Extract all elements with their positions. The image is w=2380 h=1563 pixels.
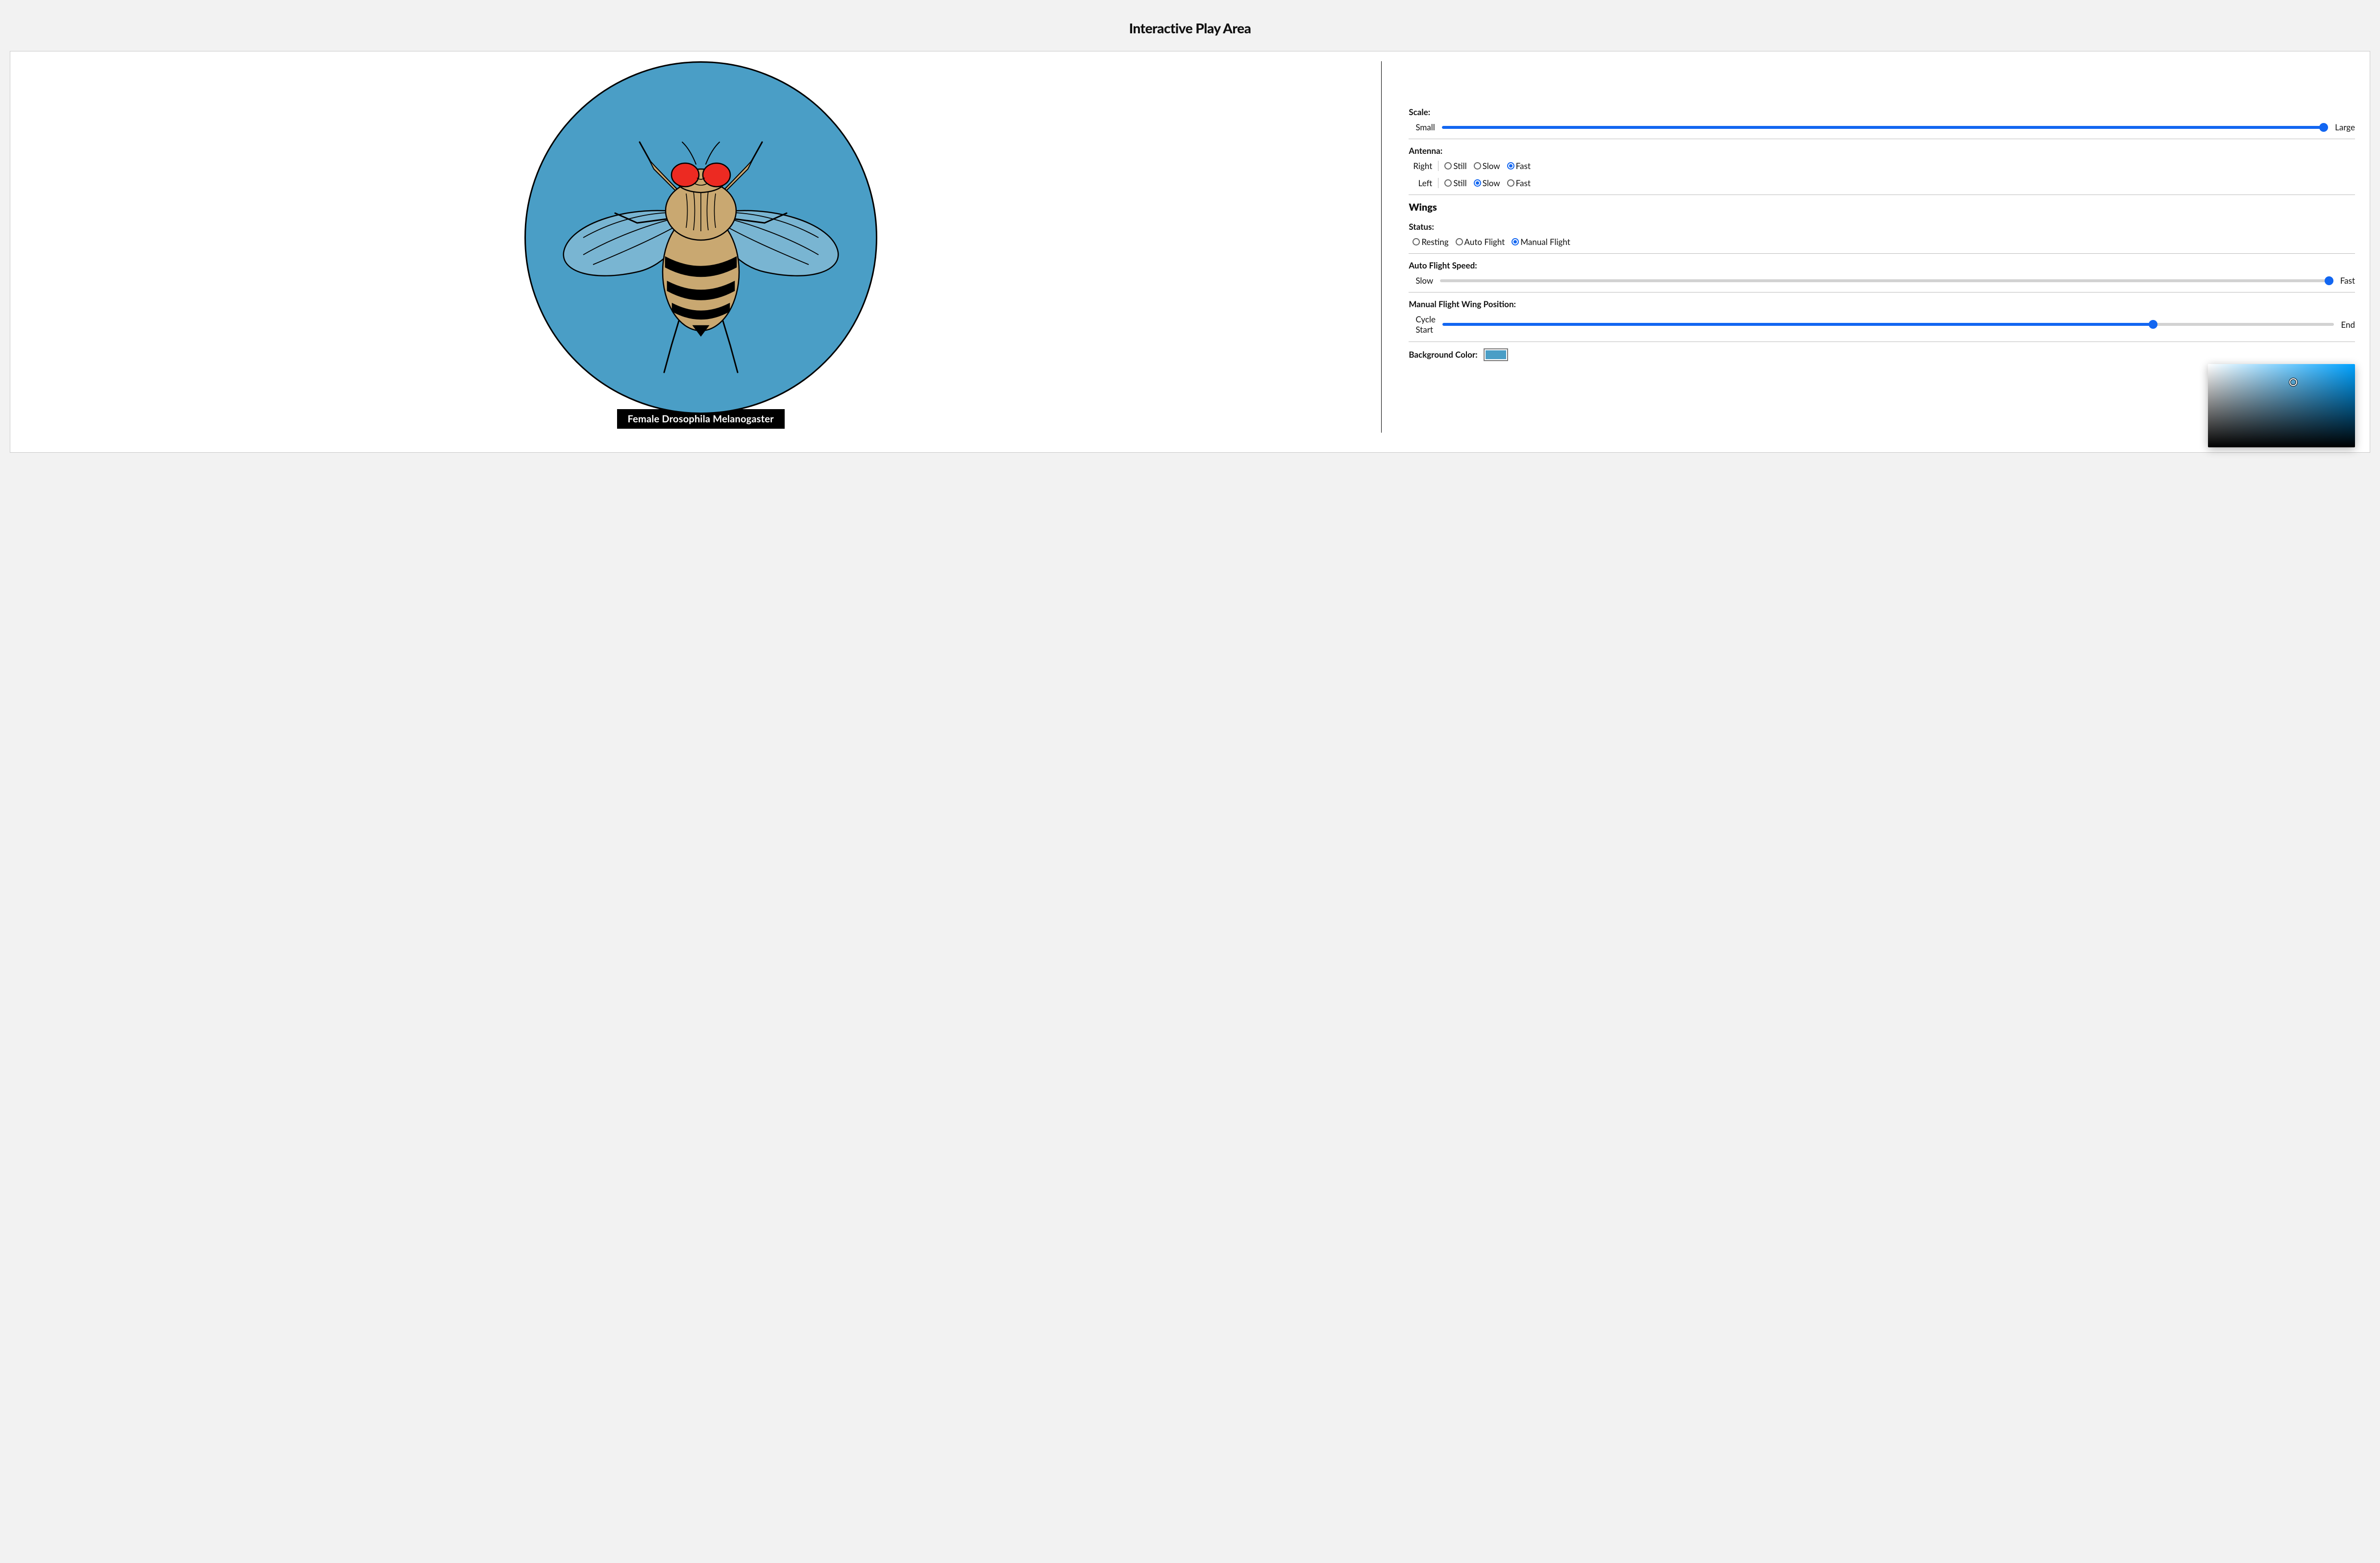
controls-column: Scale: Small Large Antenna: Right Still … xyxy=(1381,61,2355,433)
auto-speed-slider xyxy=(1440,279,2333,282)
wings-status-auto[interactable]: Auto Flight xyxy=(1456,237,1505,247)
auto-speed-label: Auto Flight Speed: xyxy=(1409,260,2355,270)
manual-pos-max-label: End xyxy=(2341,319,2355,330)
preview-circle-wrap xyxy=(524,61,877,414)
wings-status-manual[interactable]: Manual Flight xyxy=(1512,237,1570,247)
wings-status-section: Status: Resting Auto Flight Manual Fligh… xyxy=(1409,215,2355,254)
antenna-right-fast[interactable]: Fast xyxy=(1507,161,1531,171)
background-color-row: Background Color: xyxy=(1409,342,2355,361)
antenna-left-label: Left xyxy=(1409,178,1438,188)
auto-speed-max-label: Fast xyxy=(2340,275,2355,286)
antenna-right-slow[interactable]: Slow xyxy=(1474,161,1500,171)
wings-status-options: Resting Auto Flight Manual Flight xyxy=(1409,237,2355,247)
scale-slider[interactable] xyxy=(1442,126,2328,129)
background-color-swatch[interactable] xyxy=(1484,348,1508,361)
antenna-label: Antenna: xyxy=(1409,146,2355,156)
auto-speed-section: Auto Flight Speed: Slow Fast xyxy=(1409,254,2355,293)
manual-pos-section: Manual Flight Wing Position: CycleStart … xyxy=(1409,293,2355,342)
color-picker-popover[interactable] xyxy=(2208,364,2355,447)
antenna-right-label: Right xyxy=(1409,161,1438,171)
interactive-panel: Female Drosophila Melanogaster Scale: Sm… xyxy=(10,51,2370,453)
wings-heading: Wings xyxy=(1409,201,2355,213)
antenna-left-slow[interactable]: Slow xyxy=(1474,178,1500,188)
color-picker-cursor[interactable] xyxy=(2289,378,2297,386)
antenna-right-still[interactable]: Still xyxy=(1444,161,1466,171)
antenna-section: Antenna: Right Still Slow Fast Left Stil… xyxy=(1409,139,2355,195)
scale-section: Scale: Small Large xyxy=(1409,100,2355,139)
manual-pos-label: Manual Flight Wing Position: xyxy=(1409,299,2355,309)
antenna-left-fast[interactable]: Fast xyxy=(1507,178,1531,188)
preview-column: Female Drosophila Melanogaster xyxy=(25,61,1376,433)
antenna-left-still[interactable]: Still xyxy=(1444,178,1466,188)
manual-pos-slider[interactable] xyxy=(1442,323,2334,326)
page-title: Interactive Play Area xyxy=(10,20,2370,36)
auto-speed-min-label: Slow xyxy=(1409,275,1433,286)
manual-pos-min-label: CycleStart xyxy=(1409,314,1436,335)
antenna-left-options: Still Slow Fast xyxy=(1438,178,2355,188)
wings-heading-section: Wings xyxy=(1409,195,2355,215)
scale-label: Scale: xyxy=(1409,107,2355,117)
preview-circle xyxy=(524,61,877,414)
scale-max-label: Large xyxy=(2335,122,2355,132)
antenna-right-options: Still Slow Fast xyxy=(1438,161,2355,171)
background-color-swatch-inner xyxy=(1486,350,1506,359)
background-color-label: Background Color: xyxy=(1409,349,1477,360)
scale-min-label: Small xyxy=(1409,122,1435,132)
wings-status-label: Status: xyxy=(1409,221,2355,232)
wings-status-resting[interactable]: Resting xyxy=(1413,237,1448,247)
drosophila-illustration xyxy=(539,91,863,385)
